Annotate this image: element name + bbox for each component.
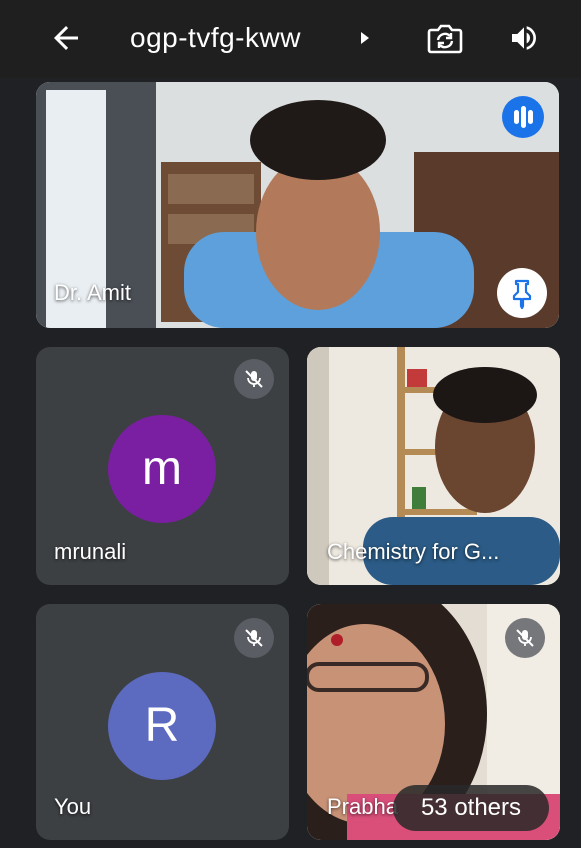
mic-off-icon [245,370,263,388]
arrow-left-icon[interactable] [48,20,84,56]
pin-button[interactable] [497,268,547,318]
video-tile-chemistry[interactable]: Chemistry for G... [307,347,560,585]
mic-off-badge [234,359,274,399]
participant-name: Dr. Amit [54,280,132,305]
bottom-strip [0,840,581,848]
avatar: R [108,672,216,780]
others-count-chip[interactable]: 53 others [393,785,549,831]
mic-off-badge [234,618,274,658]
mic-off-badge [505,618,545,658]
participant-name: Chemistry for G... [327,539,500,564]
mic-off-icon [245,629,263,647]
speaking-indicator [502,96,544,138]
mic-off-icon [516,629,534,647]
meeting-code[interactable]: ogp-tvfg-kww [130,20,301,56]
avatar: m [108,415,216,523]
pin-icon [512,279,532,310]
participant-name: Prabha [327,794,398,819]
video-tile-mrunali[interactable]: m mrunali [36,347,289,585]
switch-camera-icon[interactable] [425,20,465,56]
participant-name: mrunali [54,539,127,564]
top-bar: ogp-tvfg-kww [0,0,581,78]
video-tile-dr-amit[interactable]: Dr. Amit [36,82,559,328]
speaker-icon[interactable] [508,22,540,54]
audio-level-icon [514,106,533,128]
video-tile-you[interactable]: R You [36,604,289,840]
caret-right-icon[interactable] [360,31,370,45]
participant-name: You [54,794,92,819]
